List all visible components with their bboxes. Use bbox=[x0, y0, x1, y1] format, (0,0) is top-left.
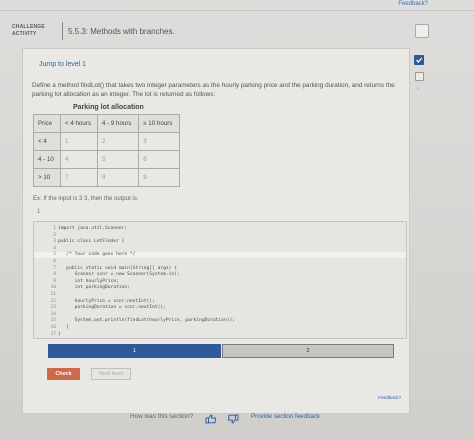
code-line: 2 bbox=[34, 233, 406, 239]
code-line: 15 System.out.println(findLot(hourlyPric… bbox=[34, 318, 406, 324]
line-number: 9 bbox=[53, 278, 56, 284]
table-cell: 8 bbox=[96, 168, 140, 187]
provide-feedback-link[interactable]: Provide section feedback bbox=[251, 413, 320, 420]
table-cell: 9 bbox=[138, 168, 180, 187]
table-row: > 10 7 8 9 bbox=[33, 168, 180, 187]
challenge-card: Jump to level 1 Define a method findLot(… bbox=[22, 48, 410, 414]
code-line: 7 public static void main(String[] args)… bbox=[34, 266, 406, 272]
table-cell: 1 bbox=[60, 132, 98, 151]
code-text: int parkingDuration; bbox=[58, 285, 130, 291]
level-2-segment[interactable]: 2 bbox=[222, 344, 394, 358]
code-text: } bbox=[58, 331, 61, 337]
code-text: /* Your code goes here */ bbox=[58, 252, 136, 258]
code-line: 8 Scanner scnr = new Scanner(System.in); bbox=[34, 272, 406, 278]
table-header-cell: Price bbox=[33, 114, 61, 133]
code-text: } bbox=[58, 325, 70, 330]
thumbs-up-icon[interactable] bbox=[205, 411, 217, 424]
page: Feedback? CHALLENGE ACTIVITY 5.5.3: Meth… bbox=[0, 0, 474, 440]
line-number: 4 bbox=[53, 245, 56, 251]
code-line: 1 import java.util.Scanner; bbox=[34, 226, 406, 232]
code-line: 10 int parkingDuration; bbox=[34, 285, 406, 291]
side-level-number: 2 bbox=[417, 86, 420, 91]
line-number: 10 bbox=[50, 285, 56, 291]
table-row: < 4 1 2 3 bbox=[33, 132, 180, 151]
code-text: public static void main(String[] args) { bbox=[58, 265, 177, 271]
code-text: import java.util.Scanner; bbox=[58, 226, 128, 231]
table-header-cell: ≥ 10 hours bbox=[138, 114, 180, 133]
code-text: hourlyPrice = scnr.nextInt(); bbox=[58, 298, 155, 304]
next-level-button[interactable]: Next level bbox=[91, 368, 131, 380]
line-number: 2 bbox=[53, 232, 56, 238]
line-number: 5 bbox=[53, 252, 56, 258]
code-text: int hourlyPrice; bbox=[58, 278, 119, 284]
table-header-cell: < 4 hours bbox=[60, 114, 98, 133]
code-line: 17} bbox=[34, 332, 406, 338]
code-text: System.out.println(findLot(hourlyPrice, … bbox=[58, 318, 236, 324]
level-1-segment[interactable]: 1 bbox=[48, 344, 221, 358]
line-number: 8 bbox=[53, 272, 56, 278]
example-output: 1 bbox=[37, 209, 41, 215]
feedback-link-top[interactable]: Feedback? bbox=[398, 1, 428, 7]
feedback-link-bottom[interactable]: Feedback? bbox=[378, 395, 401, 400]
table-row-label: > 10 bbox=[33, 168, 61, 187]
line-number: 1 bbox=[53, 226, 56, 231]
header-divider bbox=[0, 10, 474, 11]
line-number: 12 bbox=[50, 298, 56, 304]
line-number: 17 bbox=[50, 331, 56, 337]
line-number: 11 bbox=[50, 292, 56, 297]
code-editor[interactable]: 1 import java.util.Scanner; 2 3 public class… bbox=[33, 221, 407, 339]
line-number: 15 bbox=[50, 318, 56, 324]
activity-title: 5.5.3: Methods with branches. bbox=[68, 27, 175, 36]
line-number: 7 bbox=[53, 265, 56, 271]
table-cell: 5 bbox=[96, 150, 140, 169]
code-text: public class LotFinder { bbox=[58, 239, 125, 245]
table-header-row: Price < 4 hours 4 - 9 hours ≥ 10 hours bbox=[33, 114, 180, 133]
code-text: parkingDuration = scnr.nextInt(); bbox=[58, 305, 166, 311]
line-number: 16 bbox=[50, 325, 56, 330]
rating-question: How was this section? bbox=[130, 413, 194, 420]
checkmark-icon bbox=[414, 55, 424, 65]
code-line: 9 int hourlyPrice; bbox=[34, 279, 406, 285]
table-cell: 3 bbox=[138, 132, 180, 151]
thumbs-down-icon[interactable] bbox=[227, 411, 239, 424]
header-separator bbox=[62, 22, 63, 40]
table-row-label: 4 - 10 bbox=[33, 150, 61, 169]
code-line: 5 /* Your code goes here */ bbox=[34, 252, 406, 259]
check-button[interactable]: Check bbox=[47, 368, 80, 380]
code-text: Scanner scnr = new Scanner(System.in); bbox=[58, 272, 180, 278]
table-cell: 7 bbox=[60, 168, 98, 187]
code-line: 14 bbox=[34, 312, 406, 318]
level-status-icon bbox=[415, 72, 424, 81]
parking-lot-table: Price < 4 hours 4 - 9 hours ≥ 10 hours <… bbox=[33, 114, 180, 187]
problem-description: Define a method findLot() that takes two… bbox=[32, 82, 395, 98]
code-line: 12 hourlyPrice = scnr.nextInt(); bbox=[34, 299, 406, 305]
example-text: Ex: If the input is 3 3, then the output… bbox=[33, 196, 139, 202]
line-number: 6 bbox=[53, 259, 56, 264]
table-cell: 4 bbox=[60, 150, 98, 169]
code-line: 13 parkingDuration = scnr.nextInt(); bbox=[34, 305, 406, 311]
table-title: Parking lot allocation bbox=[73, 104, 144, 111]
code-line: 11 bbox=[34, 292, 406, 298]
line-number: 14 bbox=[50, 311, 56, 317]
challenge-activity-label: CHALLENGE ACTIVITY bbox=[12, 24, 45, 37]
code-line: 4 bbox=[34, 246, 406, 252]
line-number: 3 bbox=[53, 239, 56, 245]
jump-to-level-link[interactable]: Jump to level 1 bbox=[39, 61, 86, 68]
level-progress-bar: 1 2 bbox=[48, 344, 394, 358]
line-number: 13 bbox=[50, 305, 56, 311]
table-cell: 2 bbox=[96, 132, 140, 151]
table-header-cell: 4 - 9 hours bbox=[96, 114, 140, 133]
code-line: 16 } bbox=[34, 325, 406, 331]
code-line: 6 bbox=[34, 259, 406, 265]
code-line: 3 public class LotFinder { bbox=[34, 239, 406, 245]
table-row-label: < 4 bbox=[33, 132, 61, 151]
table-row: 4 - 10 4 5 6 bbox=[33, 150, 180, 169]
table-cell: 6 bbox=[138, 150, 180, 169]
completion-icon bbox=[415, 24, 429, 38]
